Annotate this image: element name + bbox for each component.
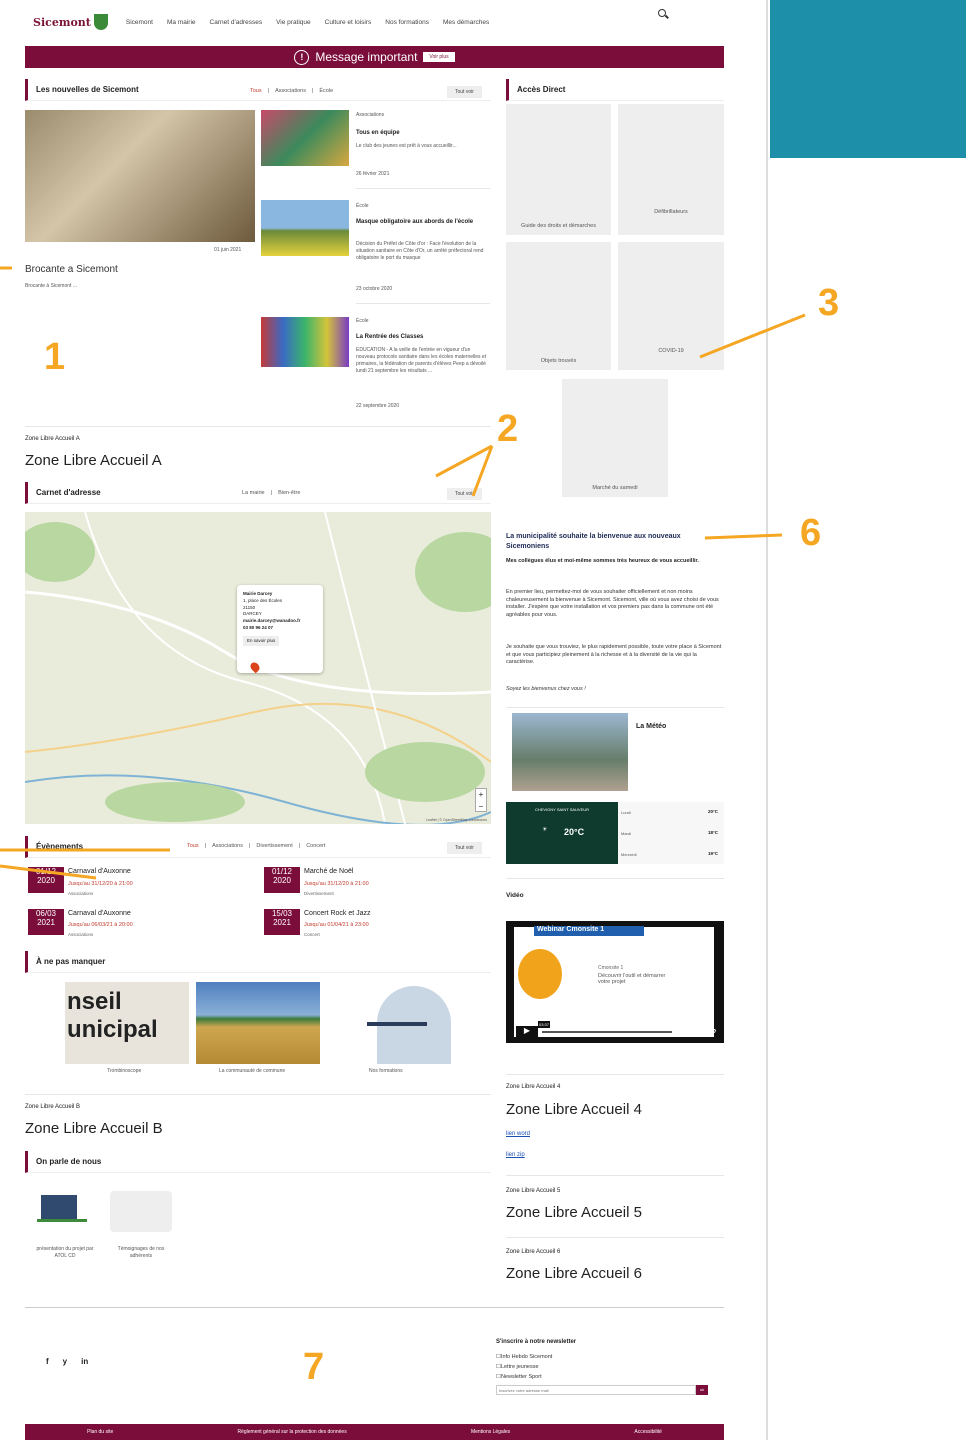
annotation-arrows [0,266,806,880]
